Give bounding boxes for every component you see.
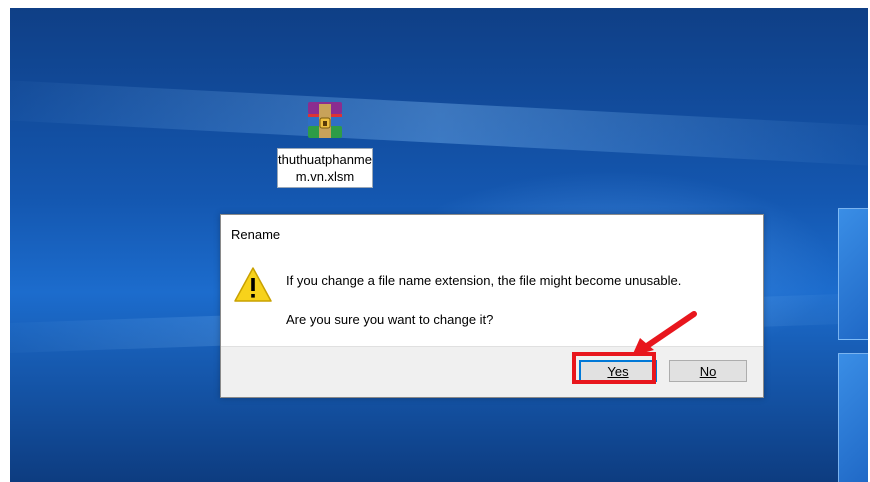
no-button[interactable]: No [669, 360, 747, 382]
dialog-title: Rename [231, 227, 281, 242]
rename-dialog: Rename If you change a file name extensi… [220, 214, 764, 398]
light-beam [10, 78, 868, 168]
winrar-archive-icon [304, 100, 346, 142]
dialog-message: If you change a file name extension, the… [286, 273, 682, 288]
desktop-file[interactable]: thuthuatphanmem.vn.xlsm [277, 100, 373, 188]
yes-button-label: Yes [607, 364, 629, 379]
windows-logo-pane [838, 353, 868, 482]
dialog-button-bar: Yes No [221, 346, 763, 397]
warning-icon [233, 265, 273, 305]
no-button-label: No [699, 364, 717, 379]
yes-button[interactable]: Yes [579, 360, 657, 382]
dialog-question: Are you sure you want to change it? [286, 312, 494, 327]
file-name-label[interactable]: thuthuatphanmem.vn.xlsm [277, 148, 373, 188]
windows-logo-pane [838, 208, 868, 340]
